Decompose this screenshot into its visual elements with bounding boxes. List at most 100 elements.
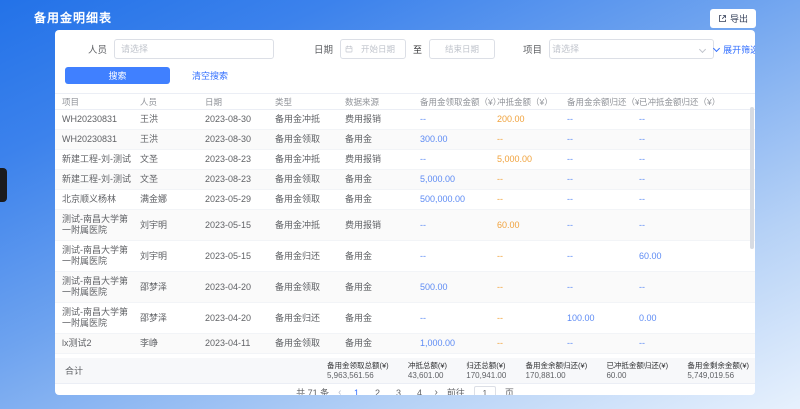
cell-offset-return: --: [639, 194, 755, 205]
table-row[interactable]: lx测试2 李峥 2023-04-11 备用金领取 备用金 1,000.00 -…: [55, 334, 755, 354]
cell-offset-return: --: [639, 114, 755, 125]
summary-item-label: 冲抵总额(¥): [408, 361, 447, 371]
cell-offset-amount: --: [497, 251, 567, 262]
cell-person: 满金娜: [140, 194, 205, 205]
table-row[interactable]: 北京顺义杨林 满金娜 2023-05-29 备用金领取 备用金 500,000.…: [55, 190, 755, 210]
end-date-input[interactable]: [434, 44, 490, 54]
summary-item-label: 归还总额(¥): [466, 361, 506, 371]
filter-actions: 搜索 清空搜索: [55, 67, 755, 84]
date-filter: 日期 至: [314, 39, 495, 59]
cell-source: 费用报销: [345, 154, 420, 165]
table-row[interactable]: 测试-南昌大学第一附属医院 邵梦泽 2023-04-20 备用金归还 备用金 -…: [55, 303, 755, 334]
summary-item-label: 备用金余额归还(¥): [526, 361, 588, 371]
page-number-button[interactable]: 1: [350, 388, 362, 396]
sidebar-collapse-handle[interactable]: [0, 168, 7, 202]
cell-offset-return: --: [639, 154, 755, 165]
summary-item-label: 已冲抵金额归还(¥): [606, 361, 668, 371]
cell-offset-amount: 60.00: [497, 220, 567, 231]
cell-person: 王洪: [140, 134, 205, 145]
cell-date: 2023-05-15: [205, 251, 275, 262]
cell-date: 2023-08-30: [205, 114, 275, 125]
summary-item: 已冲抵金额归还(¥) 60.00: [606, 361, 668, 381]
cell-received-amount: 300.00: [420, 134, 497, 145]
cell-project: 测试-南昌大学第一附属医院: [62, 245, 140, 267]
summary-item: 备用金剩余金额(¥) 5,749,019.56: [687, 361, 749, 381]
project-select-input[interactable]: [552, 44, 695, 54]
chevron-down-icon: [713, 44, 720, 51]
table-row[interactable]: 新建工程-刘-测试 文圣 2023-08-23 备用金领取 备用金 5,000.…: [55, 170, 755, 190]
cell-offset-amount: --: [497, 194, 567, 205]
cell-offset-amount: --: [497, 282, 567, 293]
table-row[interactable]: 测试-南昌大学第一附属医院 邵梦泽 2023-04-20 备用金领取 备用金 5…: [55, 272, 755, 303]
column-header: 类型: [275, 96, 345, 108]
page-unit-label: 页: [505, 386, 514, 395]
expand-filter-label: 展开筛选: [723, 43, 755, 56]
calendar-icon: [345, 45, 353, 53]
page-number-button[interactable]: 3: [392, 388, 404, 396]
cell-person: 李峥: [140, 338, 205, 349]
cell-received-amount: --: [420, 313, 497, 324]
clear-search-link[interactable]: 清空搜索: [192, 69, 228, 82]
prev-page-button[interactable]: ‹: [338, 387, 341, 395]
column-header: 人员: [140, 96, 205, 108]
cell-balance-return: --: [567, 134, 639, 145]
table-header-row: 项目 人员 日期 类型 数据来源 备用金领取金额（¥） 冲抵金额（¥） 备用金余…: [55, 93, 755, 110]
cell-source: 备用金: [345, 338, 420, 349]
cell-received-amount: 500.00: [420, 282, 497, 293]
cell-offset-return: --: [639, 174, 755, 185]
summary-item: 备用金领取总额(¥) 5,963,561.56: [327, 361, 389, 381]
export-label: 导出: [730, 12, 748, 25]
cell-source: 备用金: [345, 251, 420, 262]
cell-type: 备用金冲抵: [275, 220, 345, 231]
table-row[interactable]: WH20230831 王洪 2023-08-30 备用金冲抵 费用报销 -- 2…: [55, 110, 755, 130]
cell-balance-return: --: [567, 251, 639, 262]
person-select-input[interactable]: [114, 39, 274, 59]
table-row[interactable]: 测试-南昌大学第一附属医院 刘宇明 2023-05-15 备用金归还 备用金 -…: [55, 241, 755, 272]
export-button[interactable]: 导出: [710, 9, 756, 28]
page-number-button[interactable]: 4: [413, 388, 425, 396]
table-scrollbar[interactable]: [750, 107, 754, 249]
table-row[interactable]: 新建工程-刘-测试 文圣 2023-08-23 备用金冲抵 费用报销 -- 5,…: [55, 150, 755, 170]
cell-type: 备用金领取: [275, 282, 345, 293]
column-header: 备用金余额归还（¥）: [567, 96, 639, 108]
summary-item-value: 5,749,019.56: [687, 371, 749, 381]
search-button[interactable]: 搜索: [65, 67, 170, 84]
column-header: 冲抵金额（¥）: [497, 96, 567, 108]
project-filter: 项目: [523, 39, 714, 59]
cell-project: 测试-南昌大学第一附属医院: [62, 307, 140, 329]
cell-date: 2023-08-23: [205, 174, 275, 185]
person-filter-label: 人员: [88, 42, 107, 56]
table-row[interactable]: WH20230831 王洪 2023-08-30 备用金领取 备用金 300.0…: [55, 130, 755, 150]
cell-offset-amount: --: [497, 134, 567, 145]
summary-item-value: 43,601.00: [408, 371, 447, 381]
project-select[interactable]: [549, 39, 714, 59]
start-date-input[interactable]: [355, 44, 401, 54]
cell-source: 备用金: [345, 313, 420, 324]
goto-label: 前往: [447, 386, 465, 395]
summary-item-label: 备用金剩余金额(¥): [687, 361, 749, 371]
end-date-field[interactable]: [429, 39, 495, 59]
summary-item: 冲抵总额(¥) 43,601.00: [408, 361, 447, 381]
cell-source: 备用金: [345, 174, 420, 185]
cell-type: 备用金领取: [275, 134, 345, 145]
table-row[interactable]: 测试-南昌大学第一附属医院 刘宇明 2023-05-15 备用金冲抵 费用报销 …: [55, 210, 755, 241]
goto-page-input[interactable]: [474, 386, 496, 396]
summary-item-value: 170,941.00: [466, 371, 506, 381]
cell-balance-return: 100.00: [567, 313, 639, 324]
column-header: 备用金领取金额（¥）: [420, 96, 497, 108]
date-range-separator: 至: [413, 43, 422, 56]
cell-project: 北京顺义杨林: [62, 194, 140, 205]
start-date-field[interactable]: [340, 39, 406, 59]
cell-date: 2023-05-29: [205, 194, 275, 205]
cell-person: 邵梦泽: [140, 313, 205, 324]
person-filter: 人员: [88, 39, 274, 59]
cell-offset-amount: --: [497, 174, 567, 185]
cell-offset-return: --: [639, 282, 755, 293]
cell-project: WH20230831: [62, 134, 140, 145]
cell-balance-return: --: [567, 194, 639, 205]
page-number-button[interactable]: 2: [371, 388, 383, 396]
cell-person: 王洪: [140, 114, 205, 125]
cell-offset-return: --: [639, 134, 755, 145]
next-page-button[interactable]: ›: [434, 387, 437, 395]
expand-filter-link[interactable]: 展开筛选: [714, 43, 755, 56]
